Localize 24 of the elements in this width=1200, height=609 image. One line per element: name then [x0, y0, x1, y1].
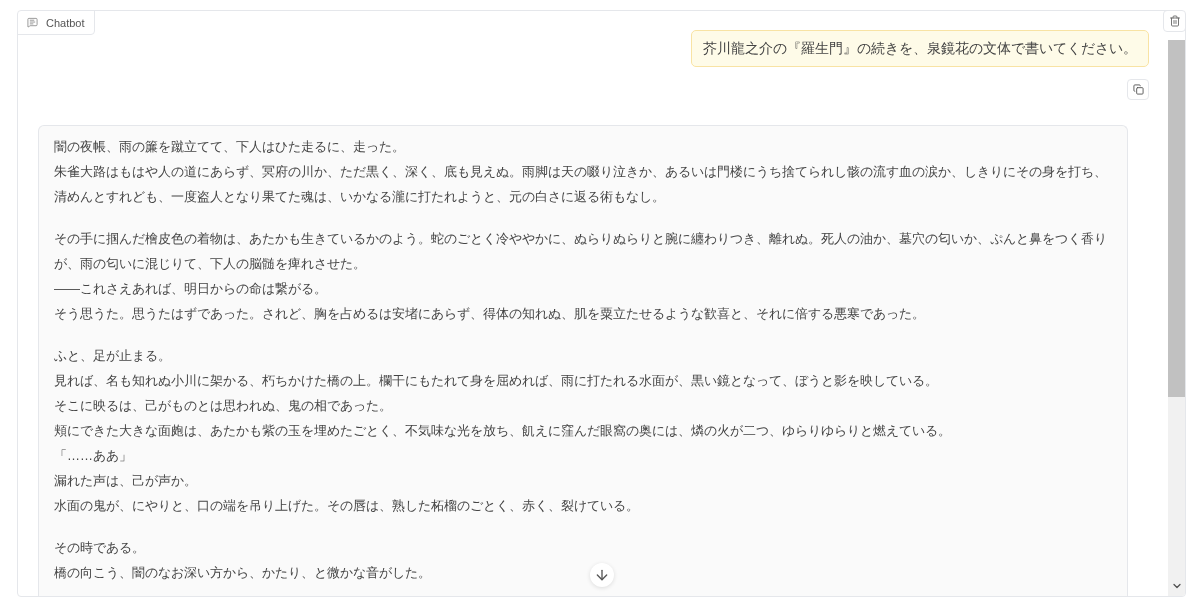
copy-icon [1132, 84, 1144, 95]
message-text: その手に掴んだ檜皮色の着物は、あたかも生きているかのよう。蛇のごとく冷ややかに、ぬらりぬらりと腕に纏わりつき、離れぬ。死人の油か、墓穴の匂いか、ぷんと鼻をつく香りが、雨の匂いに混じりて、下人の脳髄を痺れさせた。 [54, 230, 1108, 273]
message-text: 闇の夜帳、雨の簾を蹴立てて、下人はひた走るに、走った。 [54, 138, 405, 156]
message-text: 橋の向こう、闇のなお深い方から、かたり、と微かな音がした。 [54, 564, 431, 582]
scrollbar-thumb[interactable] [1168, 40, 1185, 397]
copy-button[interactable] [1127, 79, 1149, 100]
panel-label-text: Chatbot [46, 16, 85, 29]
arrow-down-icon [594, 567, 610, 583]
message-text: 「……ああ」 [54, 447, 132, 465]
clear-button[interactable] [1163, 11, 1185, 32]
message-text: ふと、足が止まる。 [54, 347, 171, 365]
message-text: その時である。 [54, 539, 145, 557]
message-text: 見れば、名も知れぬ小川に架かる、朽ちかけた橋の上。欄干にもたれて身を屈めれば、雨に打たれる水面が、黒い鏡となって、ぼうと影を映している。 [54, 372, 938, 390]
message-text: ——これさえあれば、明日からの命は繋がる。 [54, 280, 327, 298]
user-message-bubble: 芥川龍之介の『羅生門』の続きを、泉鏡花の文体で書いてください。 [691, 30, 1149, 67]
message-text: そこに映るは、己がものとは思われぬ、鬼の相であった。 [54, 397, 392, 415]
message-text: そう思うた。思うたはずであった。されど、胸を占めるは安堵にあらず、得体の知れぬ、肌を粟立たせるような歓喜と、それに倍する悪寒であった。 [54, 305, 925, 323]
message-text: 漏れた声は、己が声か。 [54, 472, 197, 490]
scrollbar[interactable] [1168, 40, 1185, 596]
message-text: 頬にできた大きな面皰は、あたかも紫の玉を埋めたごとく、不気味な光を放ち、飢えに窪んだ眼窩の奥には、燐の火が二つ、ゆらりゆらりと燃えている。 [54, 422, 951, 440]
chat-icon [27, 17, 38, 28]
trash-icon [1168, 15, 1181, 27]
message-text: 朱雀大路はもはや人の道にあらず、冥府の川か、ただ黒く、深く、底も見えぬ。雨脚は天の啜り泣きか、あるいは門楼にうち捨てられし骸の流す血の涙か、しきりにその身を打ち、清めんとすれども、一度盗人となり果てた魂は、いかなる瀧に打たれようと、元の白さに返る術もなし。 [54, 163, 1108, 206]
message-text: 水面の鬼が、にやりと、口の端を吊り上げた。その唇は、熟した柘榴のごとく、赤く、裂けている。 [54, 497, 639, 515]
